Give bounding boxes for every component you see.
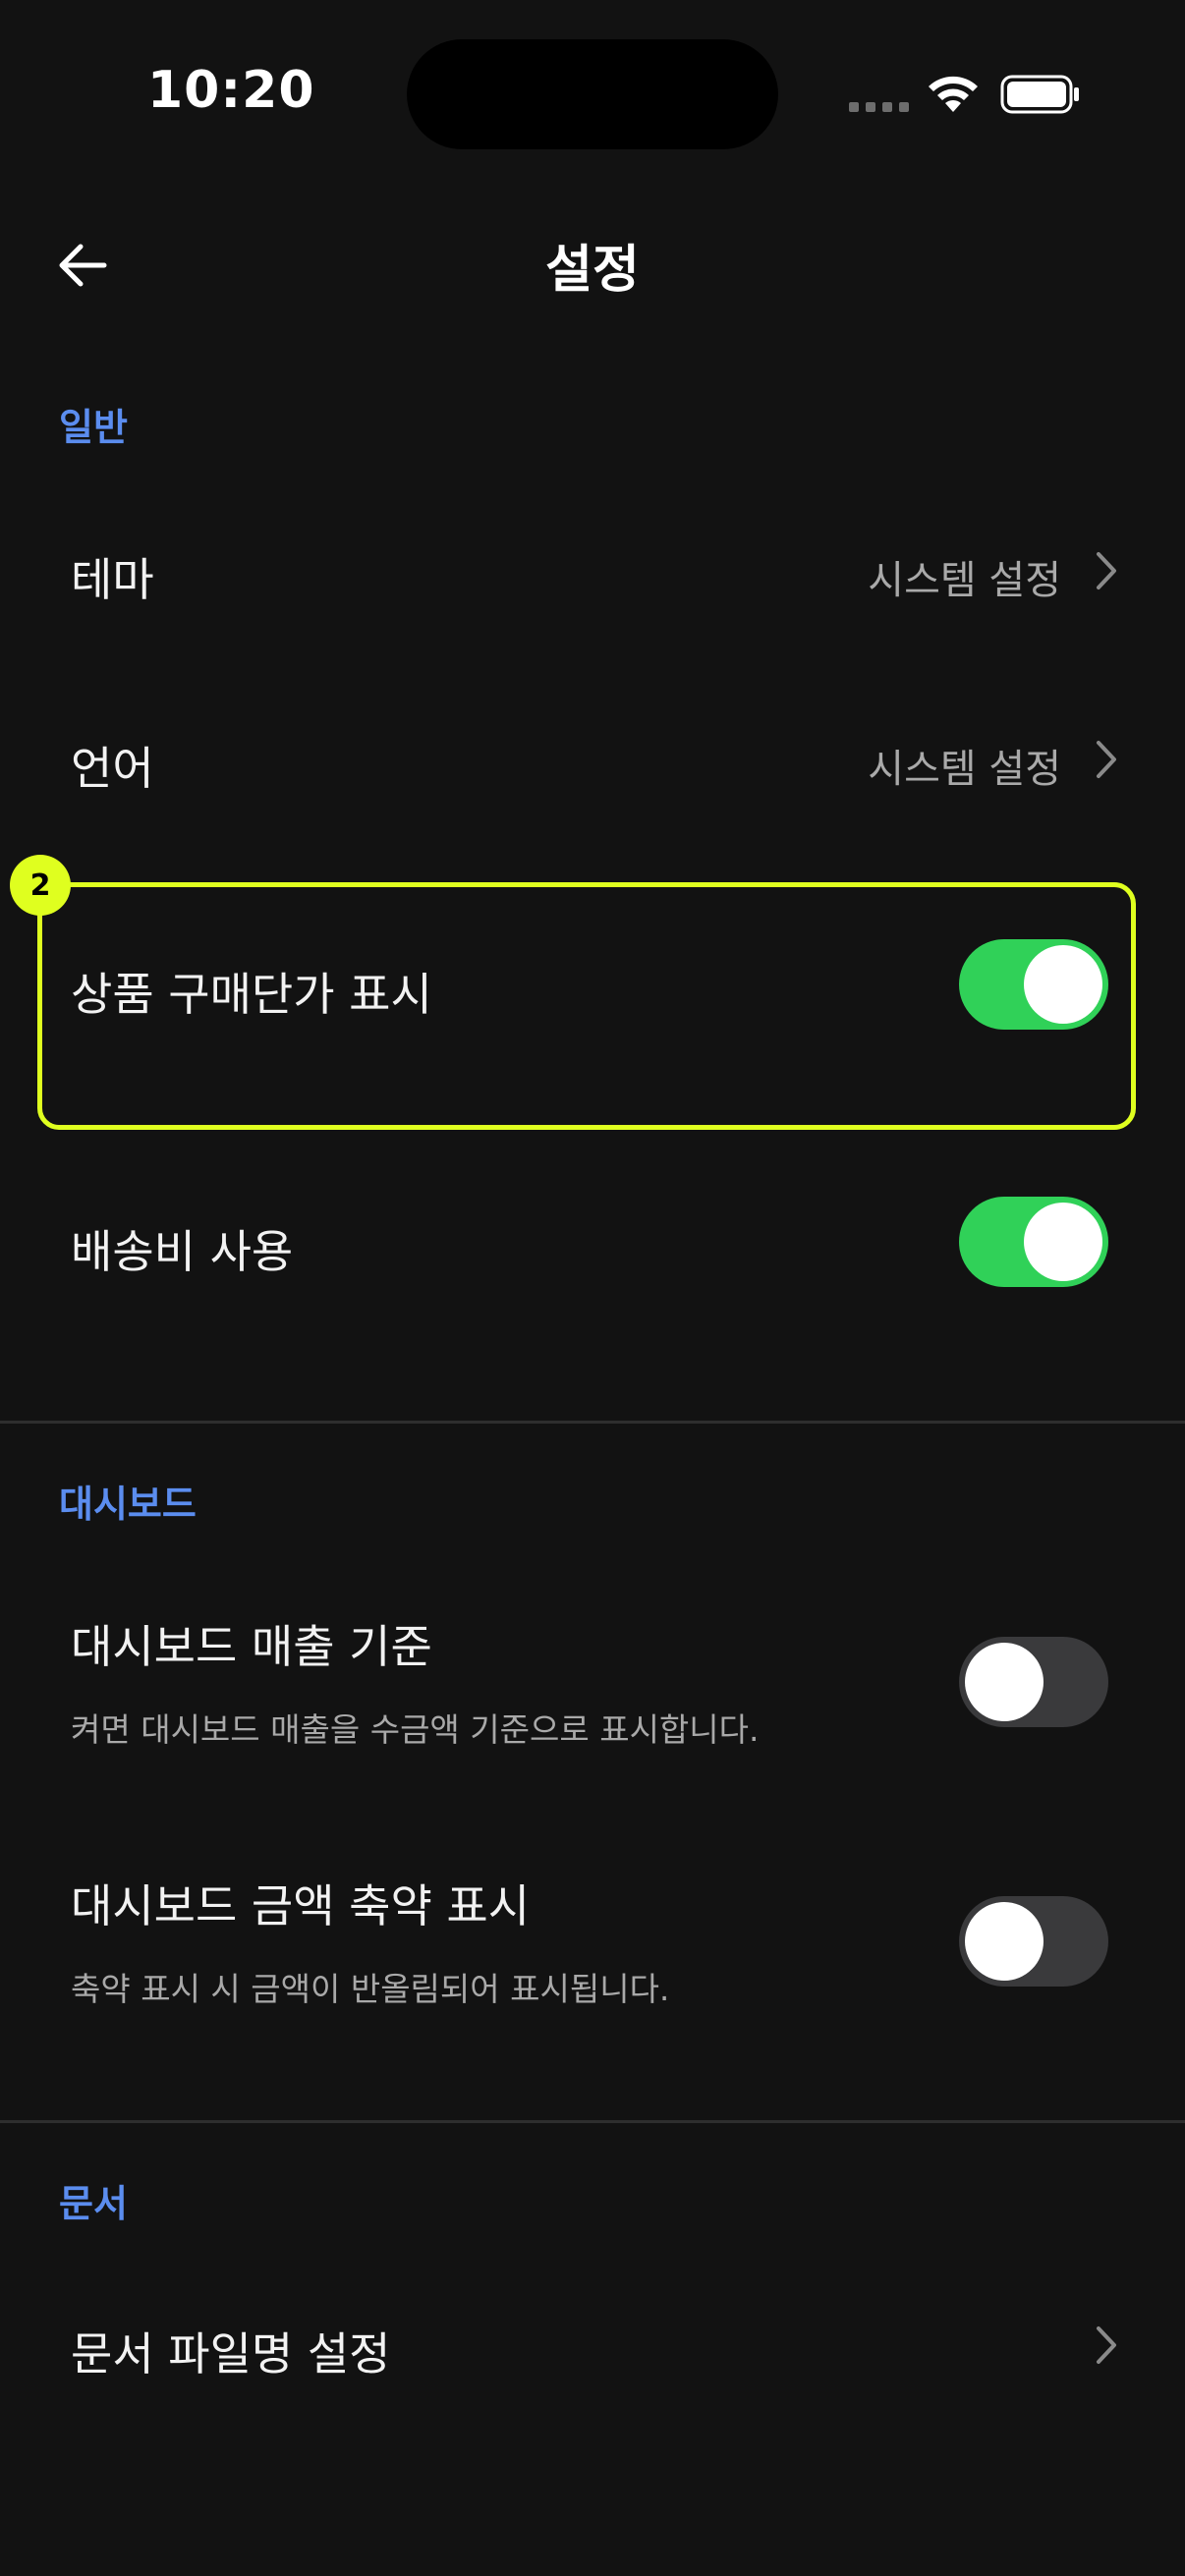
use-shipping-fee-toggle[interactable] bbox=[959, 1197, 1108, 1287]
section-header-documents: 문서 bbox=[59, 2182, 128, 2225]
use-shipping-fee-label: 배송비 사용 bbox=[71, 1225, 294, 1278]
theme-row[interactable]: 테마 시스템 설정 bbox=[39, 511, 1146, 633]
dashboard-abbreviate-amount-label: 대시보드 금액 축약 표시 bbox=[71, 1879, 531, 1932]
page-title: 설정 bbox=[545, 241, 640, 300]
toggle-knob bbox=[965, 1902, 1044, 1981]
chevron-right-icon bbox=[1097, 741, 1116, 778]
dashboard-sales-basis-label: 대시보드 매출 기준 bbox=[71, 1620, 432, 1673]
dashboard-abbreviate-amount-description: 축약 표시 시 금액이 반올림되어 표시됩니다. bbox=[71, 1970, 670, 2008]
wifi-icon bbox=[929, 76, 978, 112]
dashboard-sales-basis-toggle[interactable] bbox=[959, 1637, 1108, 1727]
annotation-badge: 2 bbox=[10, 855, 71, 916]
status-time: 10:20 bbox=[147, 61, 315, 120]
toggle-knob bbox=[1024, 1203, 1102, 1281]
section-header-general: 일반 bbox=[59, 406, 128, 449]
chevron-right-icon bbox=[1097, 552, 1116, 589]
dashboard-sales-basis-row: 대시보드 매출 기준 켜면 대시보드 매출을 수금액 기준으로 표시합니다. bbox=[39, 1601, 1146, 1759]
dashboard-abbreviate-amount-row: 대시보드 금액 축약 표시 축약 표시 시 금액이 반올림되어 표시됩니다. bbox=[39, 1861, 1146, 2018]
document-filename-setting-label: 문서 파일명 설정 bbox=[71, 2327, 391, 2380]
section-header-dashboard: 대시보드 bbox=[59, 1483, 197, 1526]
theme-value: 시스템 설정 bbox=[868, 558, 1061, 603]
document-filename-setting-row[interactable]: 문서 파일명 설정 bbox=[39, 2285, 1146, 2407]
language-label: 언어 bbox=[71, 742, 154, 795]
dashboard-abbreviate-amount-toggle[interactable] bbox=[959, 1896, 1108, 1987]
navigation-bar: 설정 bbox=[0, 206, 1185, 324]
dashboard-sales-basis-description: 켜면 대시보드 매출을 수금액 기준으로 표시합니다. bbox=[71, 1710, 760, 1749]
use-shipping-fee-row: 배송비 사용 bbox=[39, 1183, 1146, 1305]
status-bar: 10:20 bbox=[0, 0, 1185, 187]
toggle-knob bbox=[965, 1643, 1044, 1721]
theme-label: 테마 bbox=[71, 553, 154, 606]
chevron-right-icon bbox=[1097, 2326, 1116, 2364]
language-value: 시스템 설정 bbox=[868, 747, 1061, 792]
battery-icon bbox=[1000, 75, 1079, 114]
section-divider bbox=[0, 2120, 1185, 2123]
cellular-signal-icon bbox=[849, 102, 909, 112]
language-row[interactable]: 언어 시스템 설정 bbox=[39, 700, 1146, 821]
highlight-frame bbox=[37, 882, 1136, 1130]
section-divider bbox=[0, 1421, 1185, 1424]
dynamic-island bbox=[407, 39, 778, 149]
